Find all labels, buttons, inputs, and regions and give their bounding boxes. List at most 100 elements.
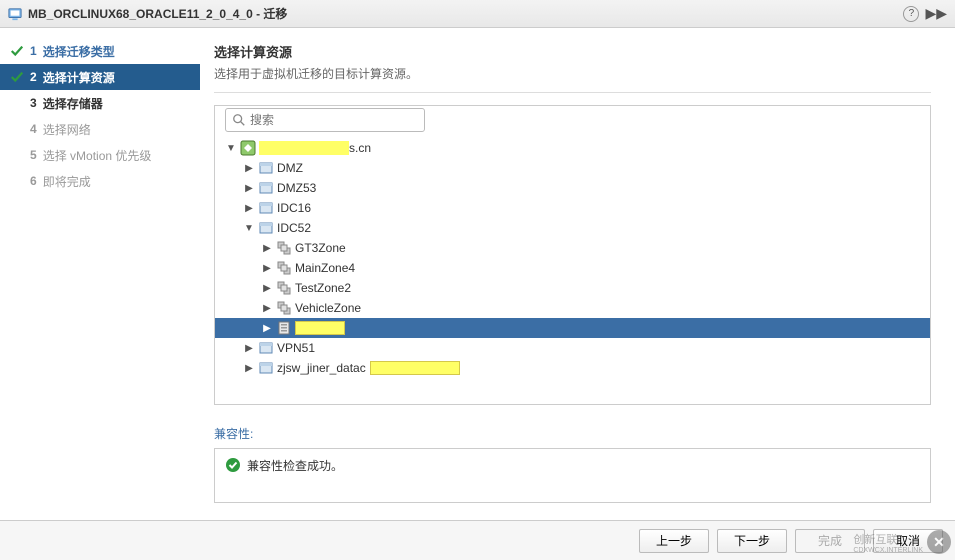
resource-tree-panel: ▼ s.cn ▶ DMZ ▶ DMZ53 ▶ IDC16 ▼ [214,105,931,405]
tree-node-dmz53[interactable]: ▶ DMZ53 [215,178,930,198]
check-placeholder [10,174,24,188]
step-label: 选择 vMotion 优先级 [43,147,152,164]
search-box[interactable] [225,108,425,132]
tree-label: zjsw_jiner_datac [277,361,366,375]
titlebar-left: MB_ORCLINUX68_ORACLE11_2_0_4_0 - 迁移 [8,5,287,22]
wizard-sidebar: 1 选择迁移类型 2 选择计算资源 3 选择存储器 4 选择网络 5 选择 vM… [0,28,200,520]
footer: 上一步 下一步 完成 取消 [0,520,955,560]
step-number: 3 [30,96,37,110]
tree-node-idc52[interactable]: ▼ IDC52 [215,218,930,238]
search-input[interactable] [250,113,418,127]
datacenter-icon [258,340,274,356]
vm-icon [8,7,22,21]
expand-icon[interactable]: ▶ [243,362,255,374]
check-icon [10,70,24,84]
expand-icon[interactable]: ▶ [261,302,273,314]
tree-label: TestZone2 [295,281,351,295]
redacted-tooltip [370,361,460,375]
tree-label: VehicleZone [295,301,361,315]
step-label: 选择网络 [43,121,91,138]
content-title: 选择计算资源 [214,42,931,61]
check-icon [10,44,24,58]
tree-node-idc16[interactable]: ▶ IDC16 [215,198,930,218]
step-number: 6 [30,174,37,188]
step-number: 1 [30,44,37,58]
expand-icon[interactable]: ▶ [261,322,273,334]
content-header: 选择计算资源 选择用于虚拟机迁移的目标计算资源。 [214,42,931,82]
tree-label: GT3Zone [295,241,346,255]
step-label: 即将完成 [43,173,91,190]
content-subtitle: 选择用于虚拟机迁移的目标计算资源。 [214,65,931,82]
cluster-icon [276,240,292,256]
tree-label: IDC52 [277,221,311,235]
expand-icon[interactable]: ▶ [243,202,255,214]
content-panel: 选择计算资源 选择用于虚拟机迁移的目标计算资源。 ▼ s.cn ▶ DMZ ▶ [200,28,955,520]
cluster-icon [276,260,292,276]
wizard-step-network[interactable]: 4 选择网络 [0,116,200,142]
tree-label: VPN51 [277,341,315,355]
cancel-button[interactable]: 取消 [873,529,943,553]
window-title: MB_ORCLINUX68_ORACLE11_2_0_4_0 - 迁移 [28,5,287,22]
tree-node-gt3zone[interactable]: ▶ GT3Zone [215,238,930,258]
expand-icon[interactable]: ▶ [243,162,255,174]
expand-icon[interactable]: ▶▶ [925,5,947,22]
next-button[interactable]: 下一步 [717,529,787,553]
expand-icon[interactable]: ▶ [261,282,273,294]
expand-icon[interactable]: ▶ [243,342,255,354]
tree-label: DMZ53 [277,181,316,195]
wizard-step-migration-type[interactable]: 1 选择迁移类型 [0,38,200,64]
expand-icon[interactable]: ▶ [243,182,255,194]
collapse-icon[interactable]: ▼ [243,222,255,234]
wizard-step-ready[interactable]: 6 即将完成 [0,168,200,194]
step-label: 选择迁移类型 [43,43,115,60]
finish-button: 完成 [795,529,865,553]
tree-node-mainzone4[interactable]: ▶ MainZone4 [215,258,930,278]
redacted-text [259,141,349,155]
tree-label: MainZone4 [295,261,355,275]
expand-icon[interactable]: ▶ [261,242,273,254]
collapse-icon[interactable]: ▼ [225,142,237,154]
compatibility-area: 兼容性: 兼容性检查成功。 [214,425,931,503]
datacenter-icon [258,220,274,236]
ok-icon [225,457,241,473]
tree-label: IDC16 [277,201,311,215]
step-number: 4 [30,122,37,136]
tree-node-vehiclezone[interactable]: ▶ VehicleZone [215,298,930,318]
tree-node-zjsw[interactable]: ▶ zjsw_jiner_datac [215,358,930,378]
datacenter-icon [258,160,274,176]
cluster-icon [276,280,292,296]
expand-icon[interactable]: ▶ [261,262,273,274]
datacenter-icon [258,200,274,216]
check-placeholder [10,148,24,162]
main-area: 1 选择迁移类型 2 选择计算资源 3 选择存储器 4 选择网络 5 选择 vM… [0,28,955,520]
tree-node-selected-host[interactable]: ▶ [215,318,930,338]
wizard-step-compute-resource[interactable]: 2 选择计算资源 [0,64,200,90]
titlebar-right: ? ▶▶ [903,5,947,22]
step-number: 5 [30,148,37,162]
tree-node-root[interactable]: ▼ s.cn [215,138,930,158]
step-number: 2 [30,70,37,84]
wizard-step-vmotion-priority[interactable]: 5 选择 vMotion 优先级 [0,142,200,168]
check-placeholder [10,96,24,110]
redacted-text [295,321,345,335]
host-icon [276,320,292,336]
help-icon[interactable]: ? [903,6,919,22]
vcenter-icon [240,140,256,156]
search-icon [232,113,246,127]
back-button[interactable]: 上一步 [639,529,709,553]
tree-label-suffix: s.cn [349,141,371,155]
tree-label: DMZ [277,161,303,175]
separator [214,92,931,93]
wizard-step-storage[interactable]: 3 选择存储器 [0,90,200,116]
step-label: 选择存储器 [43,95,103,112]
compatibility-message: 兼容性检查成功。 [247,457,343,474]
tree-node-testzone2[interactable]: ▶ TestZone2 [215,278,930,298]
datacenter-icon [258,360,274,376]
compatibility-label: 兼容性: [214,425,931,442]
tree-node-vpn51[interactable]: ▶ VPN51 [215,338,930,358]
step-label: 选择计算资源 [43,69,115,86]
compatibility-box: 兼容性检查成功。 [214,448,931,503]
check-placeholder [10,122,24,136]
tree-node-dmz[interactable]: ▶ DMZ [215,158,930,178]
datacenter-icon [258,180,274,196]
